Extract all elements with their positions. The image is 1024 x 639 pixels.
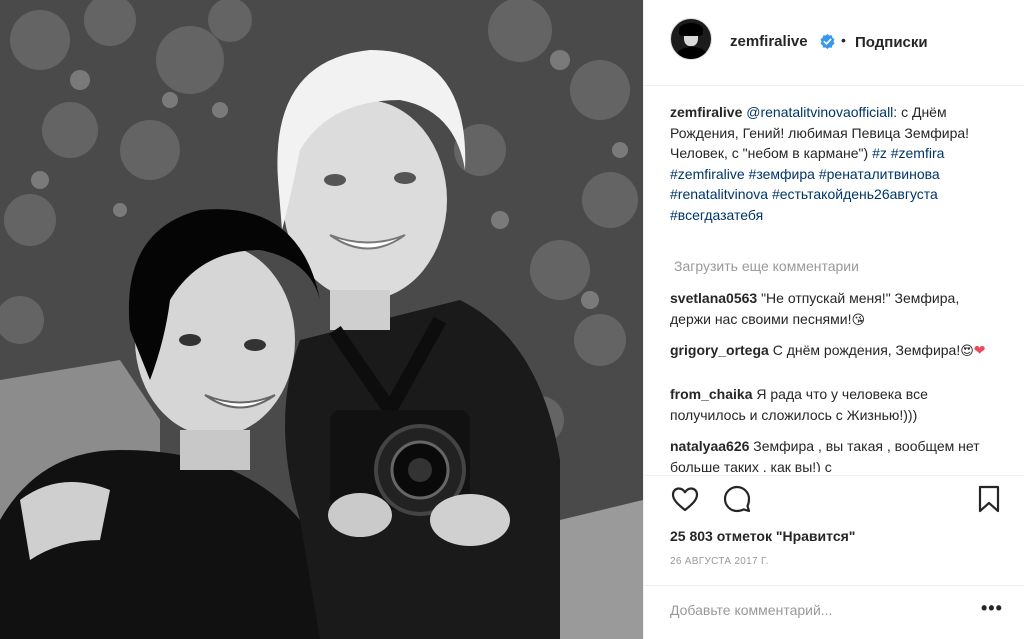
comment-item: natalyaa626 Земфира , вы такая , вообщем… [670,436,990,472]
post-header: zemfiralive • Подписки [644,0,1024,86]
username-link[interactable]: zemfiralive [730,33,808,50]
post-date: 26 АВГУСТА 2017 Г. [670,556,769,567]
verified-badge-icon [820,34,835,49]
avatar-hair [679,23,703,36]
load-more-comments-button[interactable]: Загрузить еще комментарии [674,258,859,274]
kiss-emoji-icon: 😘 [851,312,866,328]
comment-username[interactable]: natalyaa626 [670,438,749,454]
comment-item: grigory_ortega С днём рождения, Земфира!… [670,340,990,363]
comment-bubble-icon[interactable] [722,484,752,514]
heart-outline-icon[interactable] [670,484,700,514]
comment-username[interactable]: from_chaika [670,386,752,402]
comment-username[interactable]: svetlana0563 [670,290,757,306]
likes-count[interactable]: 25 803 отметок "Нравится" [670,528,855,544]
comment-item: svetlana0563 "Не отпускай меня!" Земфира… [670,288,990,331]
caption: zemfiralive @renatalitvinovaofficiall: с… [670,102,1010,226]
heart-eyes-emoji-icon: 😍 [960,344,974,359]
caption-mention[interactable]: @renatalitvinovaofficiall [746,104,893,120]
add-comment-input[interactable] [670,600,980,620]
comment-username[interactable]: grigory_ortega [670,342,769,358]
caption-colon: : [893,104,898,120]
following-button[interactable]: Подписки [855,34,928,51]
red-heart-emoji-icon: ❤ [973,343,986,359]
avatar[interactable] [670,18,712,60]
bookmark-icon[interactable] [974,484,1004,514]
post-photo[interactable] [0,0,643,639]
header-separator: • [841,32,846,48]
avatar-shoulders [677,47,707,59]
post-side-panel: zemfiralive • Подписки zemfiralive @rena… [643,0,1024,639]
comment-text: С днём рождения, Земфира! [772,342,961,358]
photo-illustration [0,0,643,639]
post-actions [644,476,1024,524]
comment-item: from_chaika Я рада что у человека все по… [670,384,990,425]
caption-text: zemfiralive @renatalitvinovaofficiall: с… [670,102,1010,226]
divider [644,585,1024,586]
caption-username[interactable]: zemfiralive [670,104,742,120]
more-options-icon[interactable]: ••• [981,598,1003,619]
